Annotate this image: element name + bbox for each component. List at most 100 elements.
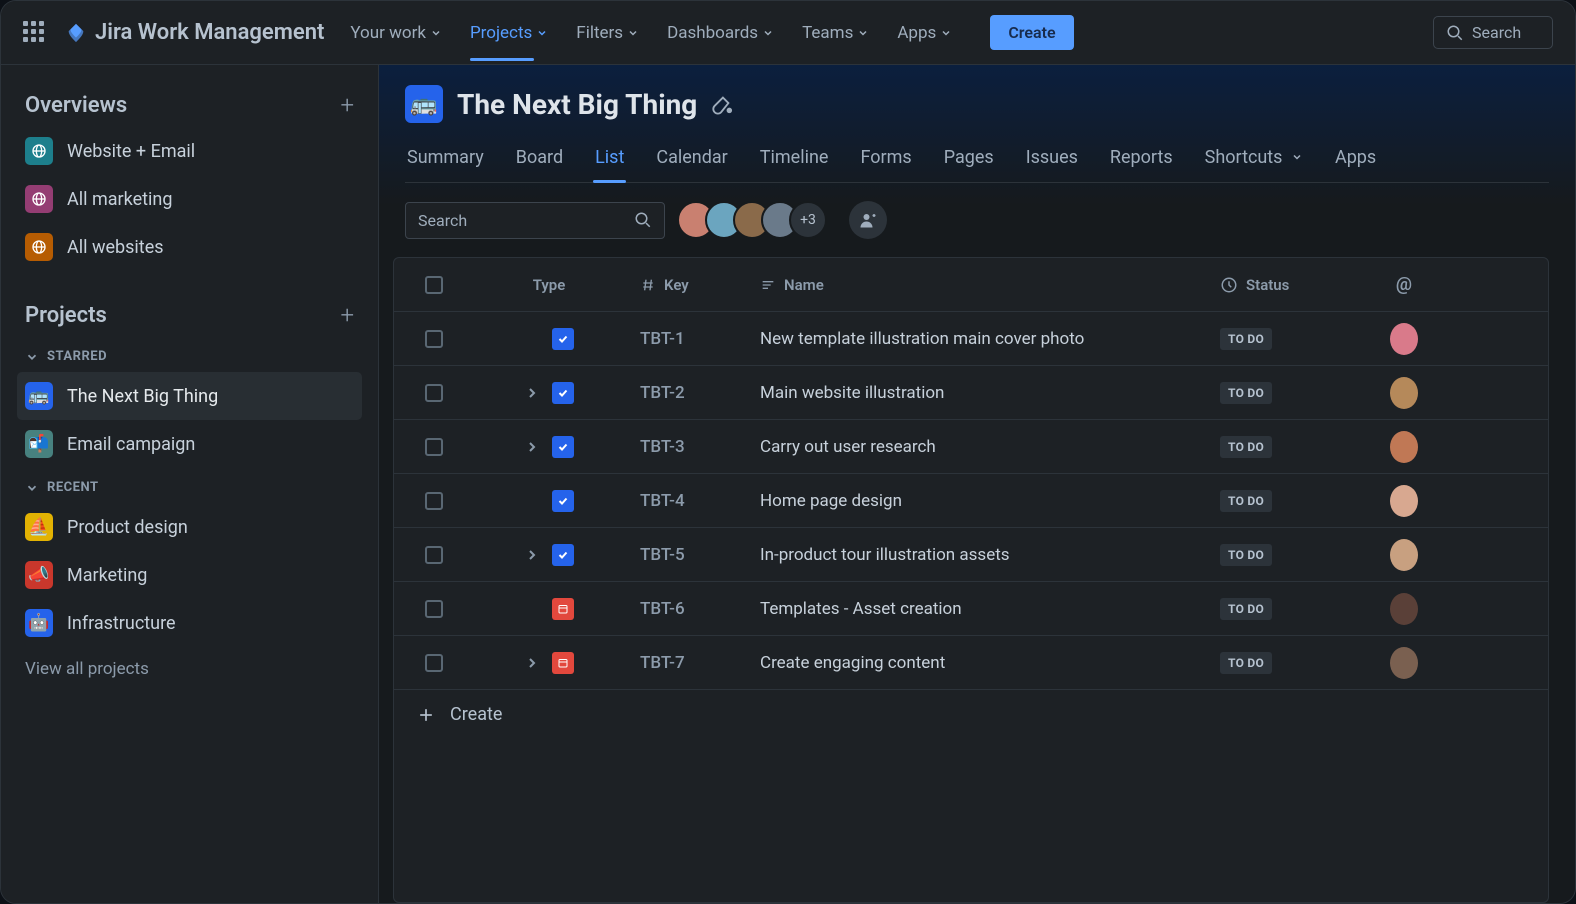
avatar-overflow[interactable]: +3: [789, 201, 827, 239]
global-search[interactable]: Search: [1433, 16, 1553, 49]
member-avatars[interactable]: +3: [677, 201, 827, 239]
add-member-button[interactable]: [849, 201, 887, 239]
add-user-icon: [859, 211, 877, 229]
tab-forms[interactable]: Forms: [858, 137, 913, 182]
project-item[interactable]: 📣Marketing: [17, 551, 362, 599]
issue-name[interactable]: Carry out user research: [760, 437, 936, 457]
status-badge[interactable]: TO DO: [1220, 490, 1272, 512]
column-assignee[interactable]: @: [1374, 274, 1434, 295]
issue-name[interactable]: Home page design: [760, 491, 902, 511]
issue-key[interactable]: TBT-7: [640, 653, 685, 673]
status-badge[interactable]: TO DO: [1220, 598, 1272, 620]
theme-paint-icon[interactable]: [711, 93, 733, 115]
table-row[interactable]: TBT-4 Home page design TO DO: [394, 474, 1548, 528]
project-item[interactable]: 🤖Infrastructure: [17, 599, 362, 647]
tab-apps[interactable]: Apps: [1333, 137, 1378, 182]
row-checkbox[interactable]: [425, 654, 443, 672]
add-project-button[interactable]: +: [340, 301, 354, 329]
issue-key[interactable]: TBT-6: [640, 599, 685, 619]
tab-list[interactable]: List: [593, 137, 626, 182]
issue-key[interactable]: TBT-5: [640, 545, 685, 565]
table-row[interactable]: TBT-7 Create engaging content TO DO: [394, 636, 1548, 690]
tab-reports[interactable]: Reports: [1108, 137, 1175, 182]
project-item[interactable]: ⛵Product design: [17, 503, 362, 551]
status-badge[interactable]: TO DO: [1220, 544, 1272, 566]
globe-icon: [25, 233, 53, 261]
add-overview-button[interactable]: +: [340, 91, 354, 119]
assignee-avatar[interactable]: [1390, 647, 1418, 679]
overview-item[interactable]: All websites: [17, 223, 362, 271]
page-title[interactable]: The Next Big Thing: [457, 88, 697, 121]
recent-heading[interactable]: RECENT: [17, 468, 362, 503]
status-badge[interactable]: TO DO: [1220, 652, 1272, 674]
assignee-avatar[interactable]: [1390, 593, 1418, 625]
row-checkbox[interactable]: [425, 330, 443, 348]
table-row[interactable]: TBT-1 New template illustration main cove…: [394, 312, 1548, 366]
overview-item[interactable]: All marketing: [17, 175, 362, 223]
overviews-header: Overviews +: [17, 83, 362, 127]
assignee-avatar[interactable]: [1390, 539, 1418, 571]
sidebar: Overviews + Website + EmailAll marketing…: [1, 65, 379, 903]
column-name[interactable]: Name: [744, 276, 1204, 294]
table-row[interactable]: TBT-6 Templates - Asset creation TO DO: [394, 582, 1548, 636]
assignee-avatar[interactable]: [1390, 485, 1418, 517]
nav-item-apps[interactable]: Apps: [897, 5, 952, 61]
tab-summary[interactable]: Summary: [405, 137, 486, 182]
status-badge[interactable]: TO DO: [1220, 328, 1272, 350]
issue-name[interactable]: Create engaging content: [760, 653, 945, 673]
row-checkbox[interactable]: [425, 492, 443, 510]
calendar-type-icon: [552, 652, 574, 674]
nav-item-projects[interactable]: Projects: [470, 5, 548, 61]
create-issue-row[interactable]: Create: [394, 690, 1548, 739]
expand-icon[interactable]: [524, 385, 540, 401]
tab-pages[interactable]: Pages: [942, 137, 996, 182]
nav-item-filters[interactable]: Filters: [576, 5, 639, 61]
tab-shortcuts[interactable]: Shortcuts: [1203, 137, 1305, 182]
row-checkbox[interactable]: [425, 600, 443, 618]
issue-key[interactable]: TBT-4: [640, 491, 685, 511]
list-search[interactable]: Search: [405, 202, 665, 239]
chevron-down-icon: [1291, 151, 1303, 163]
expand-icon[interactable]: [524, 439, 540, 455]
app-switcher-icon[interactable]: [23, 21, 47, 45]
product-logo[interactable]: Jira Work Management: [65, 20, 324, 45]
expand-icon[interactable]: [524, 547, 540, 563]
nav-item-teams[interactable]: Teams: [802, 5, 869, 61]
status-badge[interactable]: TO DO: [1220, 436, 1272, 458]
assignee-avatar[interactable]: [1390, 323, 1418, 355]
assignee-avatar[interactable]: [1390, 377, 1418, 409]
task-type-icon: [552, 436, 574, 458]
nav-item-dashboards[interactable]: Dashboards: [667, 5, 774, 61]
row-checkbox[interactable]: [425, 546, 443, 564]
column-key[interactable]: Key: [624, 276, 744, 294]
issue-name[interactable]: In-product tour illustration assets: [760, 545, 1010, 565]
row-checkbox[interactable]: [425, 384, 443, 402]
tab-board[interactable]: Board: [514, 137, 565, 182]
view-all-projects-link[interactable]: View all projects: [17, 647, 362, 691]
project-item[interactable]: 🚌The Next Big Thing: [17, 372, 362, 420]
issue-key[interactable]: TBT-2: [640, 383, 685, 403]
issue-name[interactable]: New template illustration main cover pho…: [760, 329, 1084, 349]
create-button[interactable]: Create: [990, 15, 1073, 50]
tab-timeline[interactable]: Timeline: [758, 137, 831, 182]
nav-item-your-work[interactable]: Your work: [350, 5, 442, 61]
tab-issues[interactable]: Issues: [1024, 137, 1080, 182]
overview-item[interactable]: Website + Email: [17, 127, 362, 175]
issue-key[interactable]: TBT-1: [640, 329, 685, 349]
starred-heading[interactable]: STARRED: [17, 337, 362, 372]
table-row[interactable]: TBT-3 Carry out user research TO DO: [394, 420, 1548, 474]
status-badge[interactable]: TO DO: [1220, 382, 1272, 404]
expand-icon[interactable]: [524, 655, 540, 671]
tab-calendar[interactable]: Calendar: [654, 137, 729, 182]
issue-key[interactable]: TBT-3: [640, 437, 685, 457]
issue-name[interactable]: Main website illustration: [760, 383, 944, 403]
table-row[interactable]: TBT-2 Main website illustration TO DO: [394, 366, 1548, 420]
row-checkbox[interactable]: [425, 438, 443, 456]
issue-name[interactable]: Templates - Asset creation: [760, 599, 962, 619]
column-type[interactable]: Type: [474, 276, 624, 294]
column-status[interactable]: Status: [1204, 276, 1374, 294]
assignee-avatar[interactable]: [1390, 431, 1418, 463]
project-item[interactable]: 📬Email campaign: [17, 420, 362, 468]
select-all-checkbox[interactable]: [425, 276, 443, 294]
table-row[interactable]: TBT-5 In-product tour illustration assets…: [394, 528, 1548, 582]
